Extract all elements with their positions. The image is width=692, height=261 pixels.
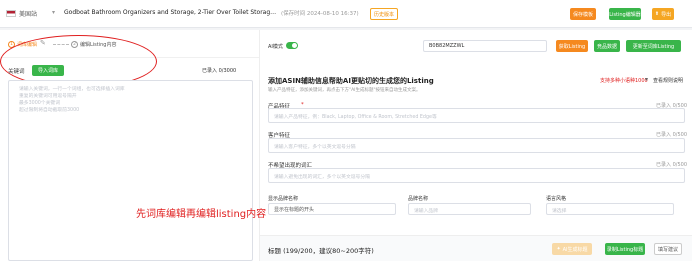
rules-link[interactable]: 查看规则说明 <box>653 77 683 84</box>
title-bar: 标题 (199/200，建议80~200字符) ✦ AI生成标题 录制Listin… <box>260 235 692 261</box>
chevron-down-icon[interactable]: ▾ <box>52 9 55 16</box>
avoid-words-count: 已录入 0/500 <box>656 162 687 168</box>
advice-button[interactable]: 填写建议 <box>654 243 682 255</box>
record-title-button[interactable]: 录制Listing标题 <box>605 243 645 255</box>
section-title: 添加ASIN辅助信息帮助AI更贴切的生成您的Listing <box>268 77 434 85</box>
style-placeholder: 请选择 <box>552 209 567 214</box>
annotation-note: 先词库编辑再编辑listing内容 <box>136 209 267 220</box>
chevron-down-icon[interactable]: ▾ <box>645 76 648 83</box>
placeholder-line: 重复的关键词可用逗号隔开 <box>19 94 77 99</box>
save-template-button[interactable]: 保存模板 <box>570 8 596 20</box>
keyword-count: 已录入 0/3000 <box>202 68 237 74</box>
placeholder-line: 超过限制将自动截取前3000 <box>19 108 80 113</box>
market-select[interactable]: 美国站 <box>19 9 37 18</box>
ai-generate-title-button[interactable]: ✦ AI生成标题 <box>552 243 592 255</box>
history-version-button[interactable]: 历史版本 <box>370 8 398 20</box>
export-button[interactable]: ⬆ 导出 <box>652 8 674 20</box>
brand-name-label: 品牌名称 <box>408 196 429 202</box>
top-bar: 美国站 ▾ Godboat Bathroom Organizers and St… <box>0 0 692 28</box>
avoid-words-input[interactable]: 请输入避免出现的词汇，多个以英文逗号分隔 <box>268 168 685 183</box>
brand-display-select[interactable]: 显示在标题的开头 <box>268 203 396 215</box>
keyword-panel: 1 词库编辑 ✎ 2 编辑Listing内容 关键词 导入词库 已录入 0/30… <box>0 30 259 261</box>
customer-feature-placeholder: 请输入客户特征，多个以英文逗号分隔 <box>274 145 356 150</box>
product-feature-placeholder: 请输入产品特征，例：Black, Laptop, Office & Room, … <box>274 115 437 120</box>
avoid-words-placeholder: 请输入避免出现的词汇，多个以英文逗号分隔 <box>274 175 370 180</box>
us-flag-icon <box>6 10 16 17</box>
ai-mode-toggle[interactable] <box>286 42 298 49</box>
listing-editor-button[interactable]: Listing编辑器 <box>609 8 641 20</box>
ai-mode-label: AI模式 <box>268 44 283 50</box>
title-heading: 标题 (199/200，建议80~200字符) <box>268 247 374 255</box>
customer-feature-input[interactable]: 请输入客户特征，多个以英文逗号分隔 <box>268 138 685 153</box>
export-icon: ⬆ <box>654 11 660 17</box>
asin-input[interactable]: B0B82MZZWL <box>423 40 547 52</box>
customer-feature-count: 已录入 0/500 <box>656 132 687 138</box>
brand-display-label: 显示品牌名称 <box>268 196 299 202</box>
placeholder-line: 最多3000个关键词 <box>19 101 60 106</box>
competitor-data-button[interactable]: 竞品数据 <box>594 40 620 52</box>
asin-value: B0B82MZZWL <box>429 43 465 49</box>
product-title: Godboat Bathroom Organizers and Storage,… <box>64 9 277 16</box>
saved-time: (保存时间 2024-08-10 16:37) <box>281 11 359 17</box>
style-select[interactable]: 请选择 <box>546 203 674 215</box>
export-label: 导出 <box>661 11 672 18</box>
brand-display-value: 显示在标题的开头 <box>274 207 315 213</box>
update-listing-button[interactable]: 更新至词库Listing <box>626 40 681 52</box>
keyword-label: 关键词 <box>8 69 25 75</box>
sparkle-icon: ✦ <box>556 246 561 252</box>
style-label: 语言风格 <box>546 196 567 202</box>
brand-name-input[interactable]: 请输入品牌 <box>408 203 531 215</box>
section-hint: 输入产品特征，添加关键词，再点击下方"AI生成标题"按钮来自动生成文案。 <box>268 88 421 93</box>
placeholder-line: 请输入关键词，一行一个词组，也可选择插入词库 <box>19 87 125 92</box>
get-listing-button[interactable]: 获取Listing <box>556 40 588 52</box>
ai-generate-title-label: AI生成标题 <box>562 246 588 253</box>
brand-name-placeholder: 请输入品牌 <box>414 209 438 214</box>
import-keywords-button[interactable]: 导入词库 <box>32 65 64 76</box>
keyword-textarea[interactable]: 请输入关键词，一行一个词组，也可选择插入词库 重复的关键词可用逗号隔开 最多30… <box>8 80 253 261</box>
listing-panel: AI模式 B0B82MZZWL 获取Listing 竞品数据 更新至词库List… <box>259 30 692 261</box>
language-select[interactable]: 支持多种小语种1000 <box>600 77 648 84</box>
product-feature-input[interactable]: 请输入产品特征，例：Black, Laptop, Office & Room, … <box>268 108 685 123</box>
